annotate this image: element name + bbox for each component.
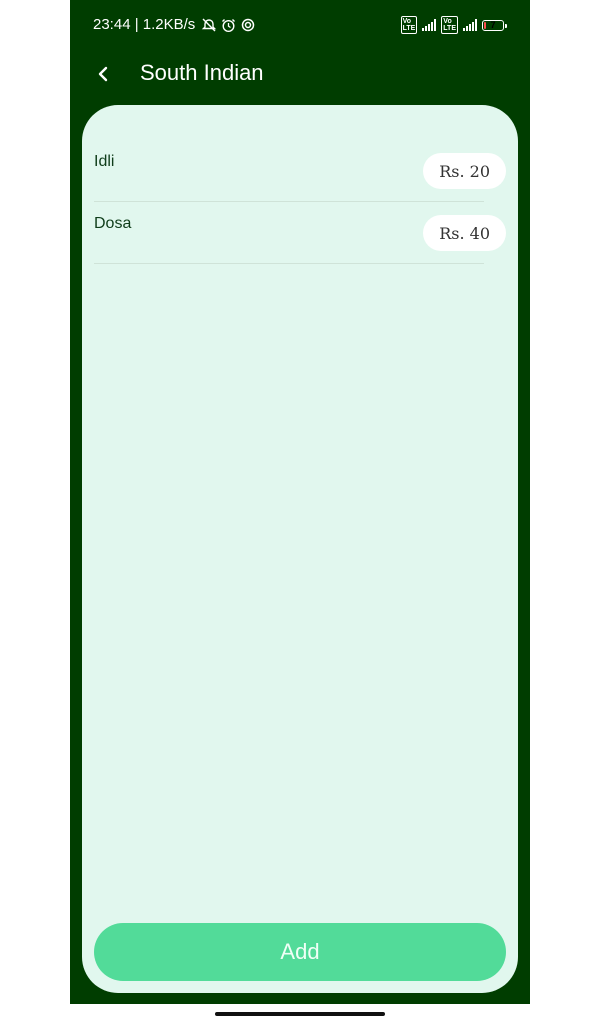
- signal-icon: [422, 19, 437, 31]
- volte-icon-2: Vo LTE: [441, 16, 458, 34]
- app-bar: South Indian: [70, 50, 530, 98]
- status-left: 23:44 | 1.2KB/s: [93, 16, 255, 33]
- item-list: Idli Rs. 20 Dosa Rs. 40: [94, 140, 506, 264]
- chevron-left-icon: [98, 66, 108, 82]
- battery-level-fill: [484, 21, 486, 29]
- list-item[interactable]: Dosa Rs. 40: [94, 202, 506, 264]
- sync-icon: [241, 18, 255, 32]
- price-pill[interactable]: Rs. 20: [423, 153, 506, 189]
- volte-icon: Vo LTE: [400, 16, 418, 34]
- item-name: Idli: [94, 153, 115, 170]
- list-item[interactable]: Idli Rs. 20: [94, 140, 506, 202]
- status-time-speed: 23:44 | 1.2KB/s: [93, 16, 196, 33]
- status-right: Vo LTE Vo LTE 7: [400, 16, 507, 34]
- back-button[interactable]: [88, 56, 118, 92]
- page-title: South Indian: [140, 60, 264, 85]
- home-indicator[interactable]: [215, 1012, 385, 1016]
- item-name: Dosa: [94, 215, 132, 232]
- divider: [94, 263, 484, 264]
- app-screen: 23:44 | 1.2KB/s Vo LTE Vo LTE 7 South In…: [70, 0, 530, 1004]
- battery-icon: 7: [482, 19, 507, 31]
- status-bar: 23:44 | 1.2KB/s Vo LTE Vo LTE 7: [70, 0, 530, 50]
- battery-level-text: 7: [490, 20, 496, 30]
- add-button[interactable]: Add: [94, 923, 506, 981]
- menu-card: Idli Rs. 20 Dosa Rs. 40 Add: [82, 105, 518, 993]
- mute-icon: [201, 18, 217, 32]
- alarm-icon: [221, 18, 236, 32]
- signal-4g-icon: [463, 19, 477, 31]
- price-pill[interactable]: Rs. 40: [423, 215, 506, 251]
